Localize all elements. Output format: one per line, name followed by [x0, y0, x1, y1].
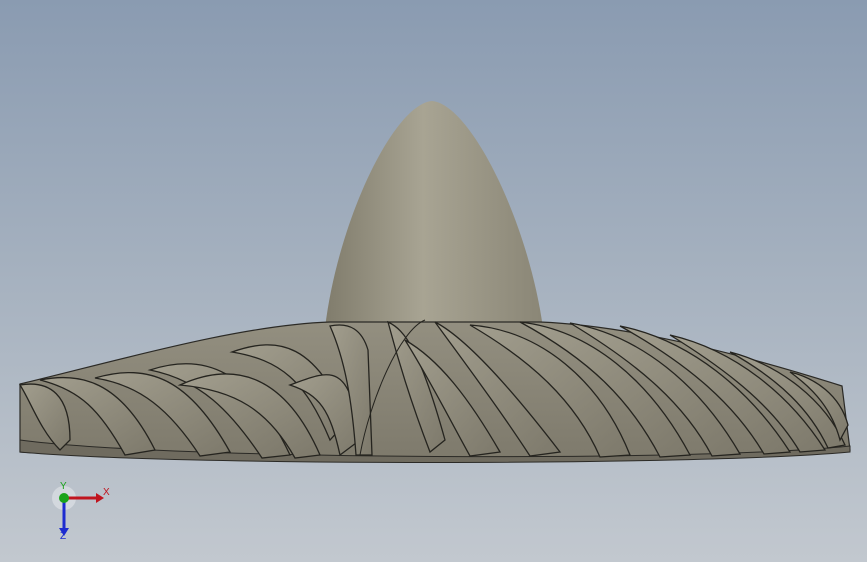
- y-axis-dot: [59, 493, 69, 503]
- reference-triad: X Y Z: [44, 482, 114, 548]
- x-axis-label: X: [103, 487, 110, 498]
- hub-nose-cone: [325, 101, 543, 328]
- z-axis-label: Z: [60, 531, 67, 542]
- impeller-model[interactable]: [0, 0, 867, 562]
- graphics-viewport[interactable]: X Y Z: [0, 0, 867, 562]
- y-axis-label: Y: [60, 481, 67, 492]
